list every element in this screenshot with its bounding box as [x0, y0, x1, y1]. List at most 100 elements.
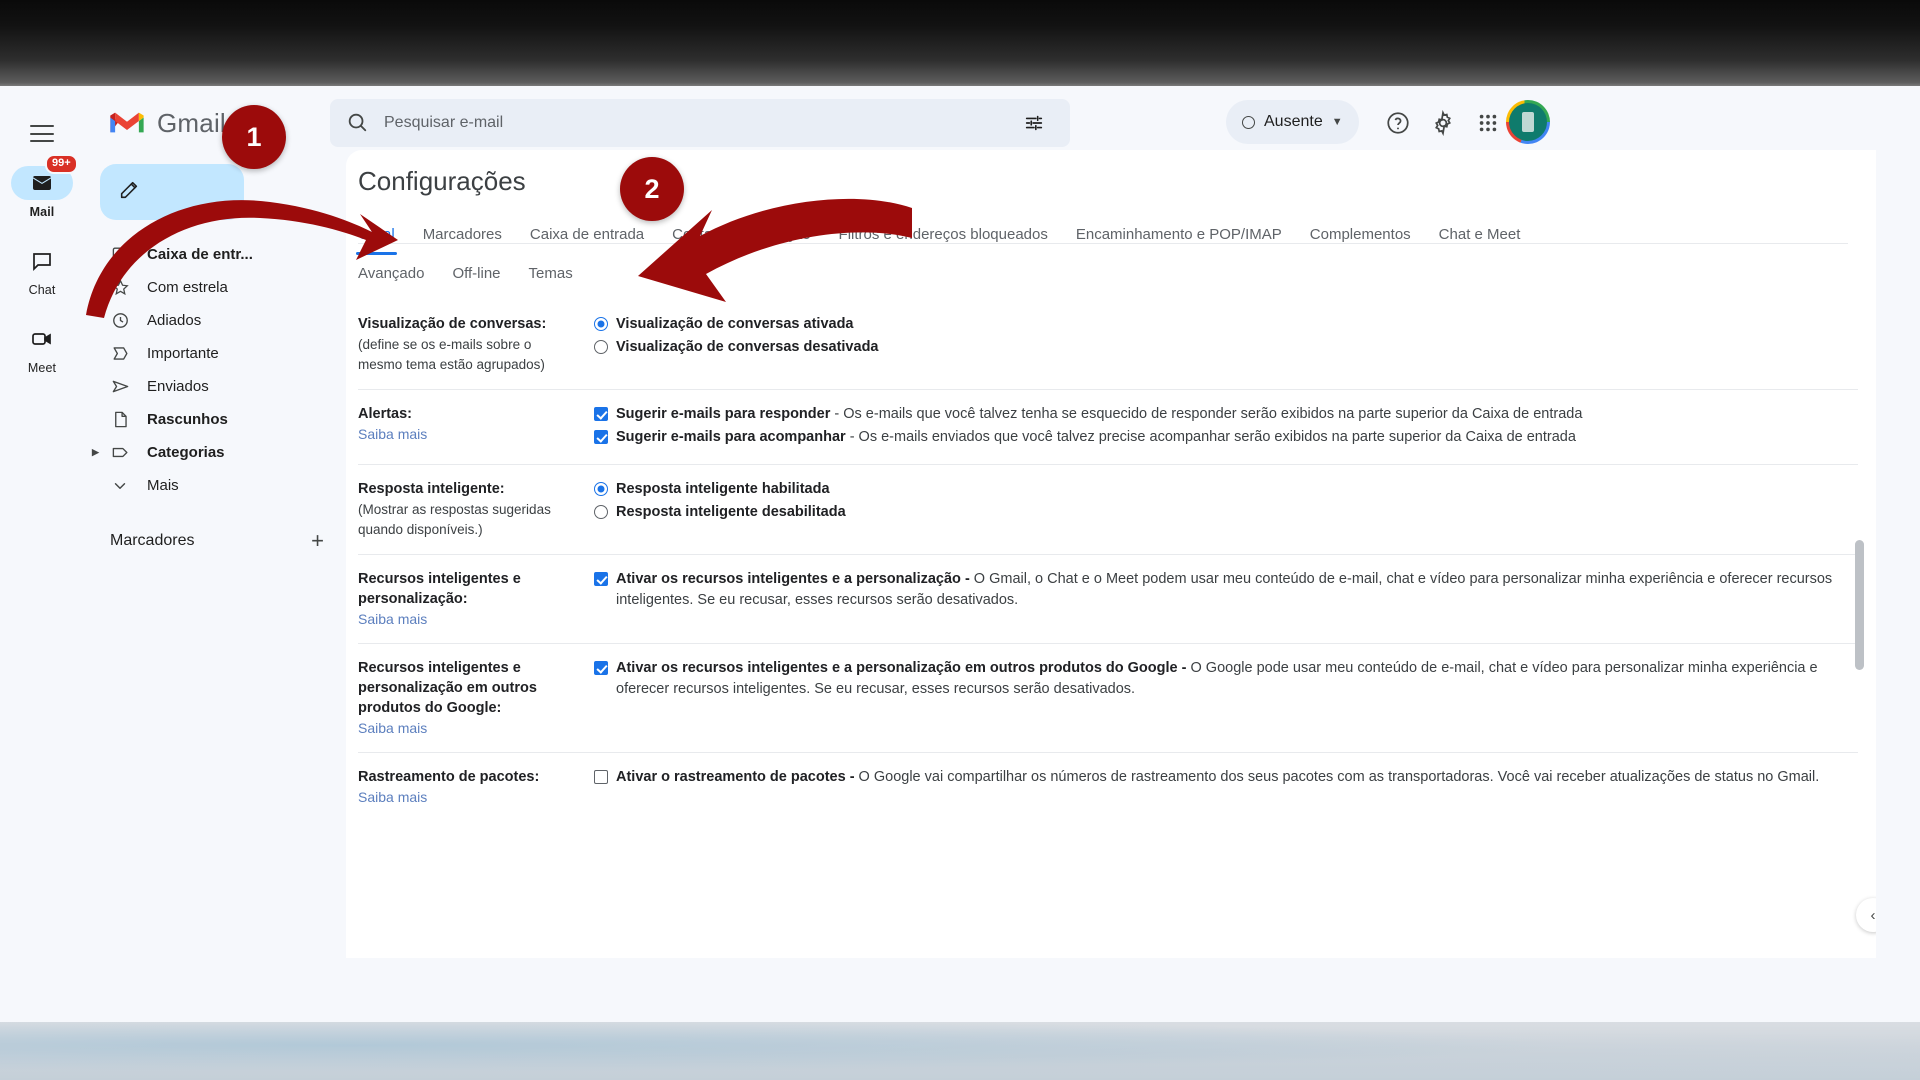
radio-selected-icon — [594, 317, 608, 331]
status-away-circle-icon — [1242, 115, 1255, 129]
settings-row-label: Visualização de conversas: (define se os … — [358, 314, 590, 375]
settings-row-label: Rastreamento de pacotes: Saiba mais — [358, 767, 590, 807]
settings-rows: Visualização de conversas: (define se os … — [358, 300, 1858, 821]
sidebar-item-starred[interactable]: Com estrela — [84, 271, 346, 304]
tab-label: Marcadores — [422, 226, 502, 243]
learn-more-link[interactable]: Saiba mais — [358, 787, 576, 807]
app-header: Pesquisar e-mail Ausente ▼ — [330, 86, 1920, 150]
tab-avan-ado[interactable]: Avançado — [358, 261, 424, 294]
radio-button[interactable] — [594, 337, 616, 354]
inbox-icon — [110, 245, 130, 265]
settings-row-title: Rastreamento de pacotes: — [358, 769, 540, 785]
settings-option-title: Resposta inteligente habilitada — [616, 481, 830, 497]
settings-row-label: Recursos inteligentes e personalização: S… — [358, 569, 590, 629]
brand-label: Gmail — [157, 107, 226, 138]
checkbox[interactable] — [594, 658, 616, 675]
radio-button[interactable] — [594, 479, 616, 496]
radio-selected-icon — [594, 482, 608, 496]
gear-icon[interactable] — [1426, 106, 1460, 140]
help-question-icon[interactable] — [1381, 106, 1415, 140]
draft-file-icon — [110, 410, 130, 430]
tab-chat-e-meet[interactable]: Chat e Meet — [1439, 222, 1521, 255]
tab-marcadores[interactable]: Marcadores — [423, 222, 502, 255]
sidebar-item-snoozed[interactable]: Adiados — [84, 304, 346, 337]
search-options-tune-icon[interactable] — [1014, 103, 1054, 143]
plus-icon[interactable]: + — [311, 530, 324, 552]
tab-off-line[interactable]: Off-line — [452, 261, 500, 294]
sidebar-item-more[interactable]: Mais — [84, 469, 346, 502]
settings-option-description: - Os e-mails que você talvez tenha se es… — [830, 406, 1583, 422]
search-icon — [346, 111, 370, 135]
settings-row-smart-reply: Resposta inteligente: (Mostrar as respost… — [358, 464, 1858, 554]
settings-row-conversation-view: Visualização de conversas: (define se os … — [358, 300, 1858, 389]
settings-option-text: Visualização de conversas ativada — [616, 314, 854, 335]
tab-complementos[interactable]: Complementos — [1310, 222, 1411, 255]
rail-item-mail[interactable]: 99+ Mail — [4, 154, 80, 232]
vertical-scrollbar[interactable] — [1855, 540, 1864, 670]
tab-filtros-e-endere-os-bloqueados[interactable]: Filtros e endereços bloqueados — [839, 222, 1048, 255]
radio-button[interactable] — [594, 502, 616, 519]
labels-section-header: Marcadores + — [84, 521, 346, 561]
tab-temas[interactable]: Temas — [529, 261, 573, 294]
rail-item-chat[interactable]: Chat — [4, 244, 80, 310]
rail-item-label-meet: Meet — [27, 361, 57, 375]
annotation-marker-1-label: 1 — [246, 121, 262, 152]
settings-option: Ativar os recursos inteligentes e a pers… — [594, 658, 1858, 700]
settings-row-smart-features-other-products: Recursos inteligentes e personalização e… — [358, 643, 1858, 752]
checkbox[interactable] — [594, 569, 616, 586]
tab-label: Complementos — [1309, 226, 1411, 243]
settings-tabs: Geral Marcadores Caixa de entrada Contas e … — [356, 222, 1858, 294]
tab-contas-e-importa-o[interactable]: Contas e importação — [672, 222, 810, 255]
sidebar-item-sent[interactable]: Enviados — [84, 370, 346, 403]
chevron-down-icon: ▼ — [1331, 116, 1343, 128]
settings-option-text: Visualização de conversas desativada — [616, 337, 879, 358]
learn-more-link[interactable]: Saiba mais — [358, 424, 576, 444]
google-apps-grid-icon[interactable] — [1471, 106, 1505, 140]
page-title: Configurações — [358, 166, 526, 196]
tag-icon — [110, 443, 130, 463]
sidebar-item-important[interactable]: Importante — [84, 337, 346, 370]
sidebar-item-label: Com estrela — [147, 279, 228, 296]
rail-item-meet[interactable]: Meet — [4, 322, 80, 388]
sidebar-item-categories[interactable]: ▶ Categorias — [84, 436, 346, 469]
bottom-chrome-band — [0, 1022, 1920, 1080]
screenshot-root: 99+ Mail Chat Meet Gmail Caixa de entr..… — [0, 0, 1920, 1080]
compose-button[interactable] — [100, 164, 244, 220]
checkbox-unchecked-icon — [594, 770, 608, 784]
settings-tabs-row-1: Geral Marcadores Caixa de entrada Contas e … — [356, 222, 1858, 255]
tab-geral[interactable]: Geral — [356, 222, 397, 255]
radio-unselected-icon — [594, 505, 608, 519]
learn-more-link[interactable]: Saiba mais — [358, 609, 576, 629]
video-camera-icon — [11, 322, 73, 356]
expand-caret-icon[interactable]: ▶ — [92, 447, 99, 458]
checkbox[interactable] — [594, 767, 616, 784]
settings-option: Resposta inteligente habilitada — [594, 479, 1858, 500]
settings-tabs-row-2: Avançado Off-line Temas — [358, 261, 1858, 294]
tab-label: Chat e Meet — [1438, 226, 1521, 243]
user-avatar-icon[interactable] — [1506, 100, 1550, 144]
status-chip[interactable]: Ausente ▼ — [1226, 100, 1359, 144]
sidebar-item-drafts[interactable]: Rascunhos — [84, 403, 346, 436]
radio-button[interactable] — [594, 314, 616, 331]
checkbox-checked-icon — [594, 572, 608, 586]
sidebar-item-label: Adiados — [147, 312, 202, 329]
sidebar-nav-list: Caixa de entr... Com estrela Adiados Imp… — [84, 238, 346, 502]
tab-label: Temas — [528, 265, 573, 282]
checkbox[interactable] — [594, 427, 616, 444]
sidebar-item-inbox[interactable]: Caixa de entr... — [84, 238, 346, 271]
chevron-left-icon[interactable]: ‹ — [1856, 898, 1876, 932]
mail-inbox-icon: 99+ — [11, 154, 78, 200]
settings-option-text: Sugerir e-mails para acompanhar - Os e-m… — [616, 427, 1576, 448]
settings-option: Sugerir e-mails para responder - Os e-ma… — [594, 404, 1858, 425]
hamburger-menu-icon[interactable] — [19, 111, 65, 157]
settings-option: Ativar o rastreamento de pacotes - O Goo… — [594, 767, 1858, 788]
learn-more-link[interactable]: Saiba mais — [358, 718, 576, 738]
gmail-brand[interactable]: Gmail — [108, 106, 226, 140]
checkbox[interactable] — [594, 404, 616, 421]
gmail-m-logo-icon — [108, 106, 146, 140]
top-chrome-band — [0, 0, 1920, 86]
tab-encaminhamento-e-pop-imap[interactable]: Encaminhamento e POP/IMAP — [1076, 222, 1282, 255]
tab-label: Contas e importação — [672, 226, 811, 243]
tab-caixa-de-entrada[interactable]: Caixa de entrada — [530, 222, 644, 255]
search-input[interactable]: Pesquisar e-mail — [330, 99, 1070, 147]
